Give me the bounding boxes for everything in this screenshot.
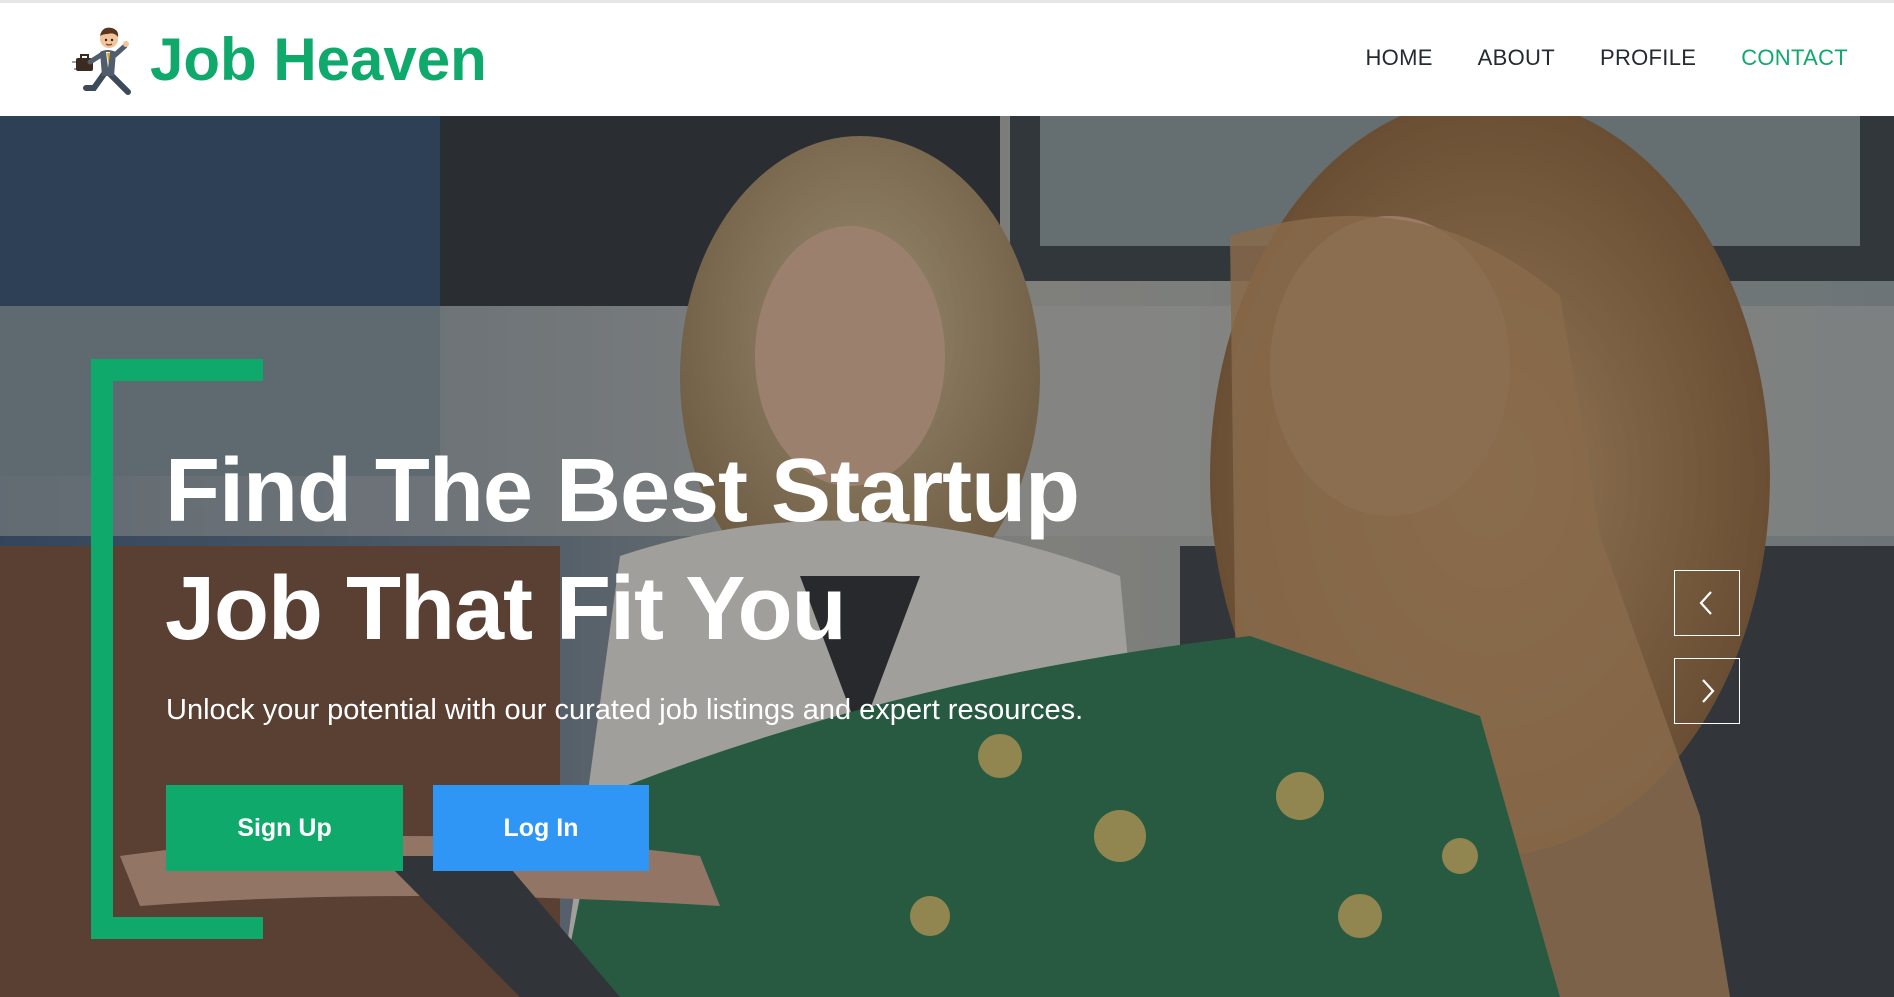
nav-home[interactable]: HOME <box>1365 45 1432 71</box>
carousel-prev-button[interactable] <box>1674 570 1740 636</box>
carousel-next-button[interactable] <box>1674 658 1740 724</box>
nav-about[interactable]: ABOUT <box>1478 45 1555 71</box>
brand-name: Job Heaven <box>150 26 487 93</box>
chevron-right-icon <box>1702 679 1715 703</box>
hero-headline: Find The Best Startup Job That Fit You <box>165 432 1365 668</box>
chevron-left-icon <box>1699 591 1712 615</box>
nav-contact[interactable]: CONTACT <box>1741 45 1848 71</box>
accent-bracket-top <box>91 359 263 381</box>
brand[interactable]: Job Heaven <box>70 21 487 99</box>
main-nav: HOME ABOUT PROFILE CONTACT <box>1365 45 1848 71</box>
hero-subtitle: Unlock your potential with our curated j… <box>166 694 1084 726</box>
site-header: Job Heaven HOME ABOUT PROFILE CONTACT <box>0 3 1894 116</box>
log-in-button[interactable]: Log In <box>433 785 649 871</box>
accent-bracket <box>91 359 113 939</box>
sign-up-button[interactable]: Sign Up <box>166 785 403 871</box>
headline-line-2: Job That Fit You <box>165 559 847 659</box>
headline-line-1: Find The Best Startup <box>165 441 1080 541</box>
hero-carousel: Find The Best Startup Job That Fit You U… <box>0 116 1894 997</box>
nav-profile[interactable]: PROFILE <box>1600 45 1696 71</box>
accent-bracket-bottom <box>91 917 263 939</box>
running-businessman-icon <box>72 27 131 95</box>
